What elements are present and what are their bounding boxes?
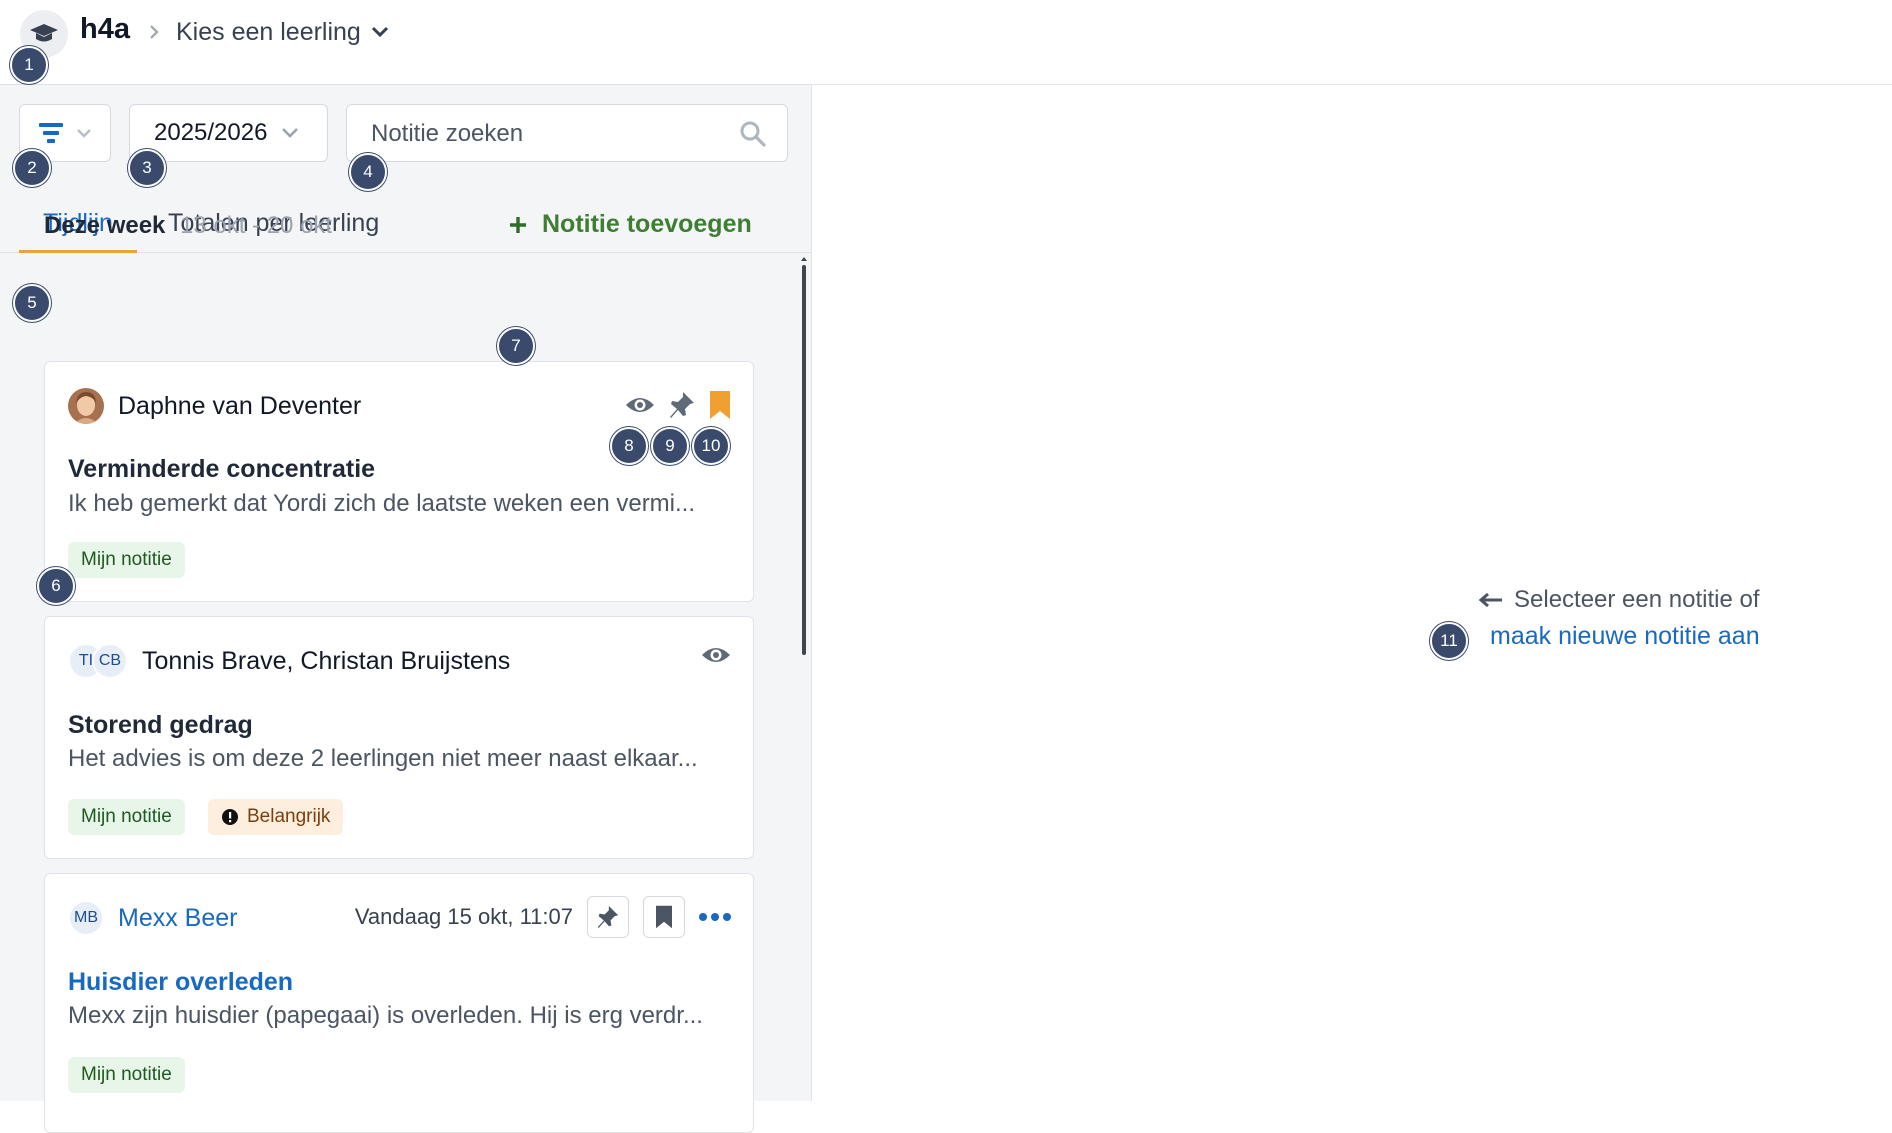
bookmark-icon[interactable] bbox=[709, 390, 731, 420]
more-icon[interactable] bbox=[699, 912, 731, 922]
arrow-left-icon bbox=[1478, 592, 1502, 608]
school-year-value: 2025/2026 bbox=[154, 119, 268, 146]
week-title: Deze week bbox=[44, 212, 166, 239]
week-range: 13 okt - 20 okt bbox=[180, 212, 333, 239]
note-title[interactable]: Storend gedrag bbox=[68, 711, 253, 740]
exclamation-circle-icon bbox=[222, 809, 238, 825]
bookmark-icon bbox=[656, 905, 672, 929]
chevron-right-icon bbox=[150, 25, 159, 39]
empty-state-text: Selecteer een notitie of bbox=[1514, 586, 1760, 613]
search-field bbox=[346, 104, 788, 162]
student-picker[interactable]: Kies een leerling bbox=[176, 16, 389, 48]
add-note-button[interactable]: Notitie toevoegen bbox=[508, 210, 752, 239]
avatar: CB bbox=[92, 643, 128, 679]
callout-badge: 11 bbox=[1430, 622, 1468, 660]
callout-badge: 10 bbox=[692, 427, 730, 465]
note-excerpt: Het advies is om deze 2 leerlingen niet … bbox=[68, 745, 698, 772]
bookmark-button[interactable] bbox=[643, 896, 685, 938]
note-author-row: Daphne van Deventer bbox=[68, 386, 361, 426]
note-status-icons bbox=[701, 645, 731, 665]
search-input[interactable] bbox=[371, 118, 711, 150]
note-author-row: MB Mexx Beer bbox=[68, 898, 237, 938]
tag-mijn-notitie: Mijn notitie bbox=[68, 1057, 185, 1093]
plus-icon bbox=[510, 216, 526, 233]
callout-badge: 4 bbox=[349, 153, 387, 191]
top-header: h4a Kies een leerling bbox=[0, 0, 1892, 85]
note-excerpt: Mexx zijn huisdier (papegaai) is overled… bbox=[68, 1002, 703, 1029]
callout-badge: 1 bbox=[10, 46, 48, 84]
timeline-scrollbar[interactable] bbox=[800, 257, 808, 1101]
note-card[interactable]: TI CB Tonnis Brave, Christan Bruijstens … bbox=[44, 616, 754, 859]
note-author-row: TI CB Tonnis Brave, Christan Bruijstens bbox=[68, 641, 510, 681]
note-card[interactable]: Daphne van Deventer Verminderde concentr… bbox=[44, 361, 754, 602]
note-title[interactable]: Verminderde concentratie bbox=[68, 455, 375, 484]
chevron-down-icon bbox=[371, 26, 388, 38]
add-note-label: Notitie toevoegen bbox=[542, 210, 752, 238]
pin-icon[interactable] bbox=[669, 391, 695, 419]
avatar-group: TI CB bbox=[68, 643, 128, 679]
chevron-down-icon bbox=[282, 128, 299, 138]
note-date: Vandaag 15 okt, 11:07 bbox=[354, 904, 573, 929]
note-actions: Vandaag 15 okt, 11:07 bbox=[355, 896, 731, 938]
pin-icon bbox=[597, 906, 619, 928]
eye-icon bbox=[626, 398, 654, 412]
student-picker-label: Kies een leerling bbox=[176, 17, 361, 46]
note-author[interactable]: Tonnis Brave, Christan Bruijstens bbox=[142, 647, 510, 676]
notes-pane: 2025/2026 Tijdlijn Totalen per leerling … bbox=[0, 85, 812, 1133]
eye-icon bbox=[702, 648, 730, 662]
note-title[interactable]: Huisdier overleden bbox=[68, 968, 293, 997]
callout-badge: 3 bbox=[128, 149, 166, 187]
note-status-icons bbox=[625, 390, 731, 420]
filter-icon bbox=[39, 123, 63, 143]
note-author[interactable]: Daphne van Deventer bbox=[118, 392, 361, 421]
create-note-link[interactable]: maak nieuwe notitie aan bbox=[1490, 622, 1808, 651]
scroll-up-arrow[interactable] bbox=[801, 257, 807, 261]
callout-badge: 7 bbox=[497, 327, 535, 365]
note-excerpt: Ik heb gemerkt dat Yordi zich de laatste… bbox=[68, 490, 696, 517]
tag-mijn-notitie: Mijn notitie bbox=[68, 799, 185, 835]
tag-mijn-notitie: Mijn notitie bbox=[68, 542, 185, 578]
callout-badge: 9 bbox=[651, 427, 689, 465]
note-author[interactable]: Mexx Beer bbox=[118, 904, 237, 933]
callout-badge: 5 bbox=[13, 284, 51, 322]
callout-badge: 8 bbox=[610, 427, 648, 465]
avatar bbox=[68, 388, 104, 424]
empty-state-hint: Selecteer een notitie of bbox=[1478, 586, 1808, 614]
note-card[interactable]: MB Mexx Beer Vandaag 15 okt, 11:07 Huisd… bbox=[44, 873, 754, 1133]
pin-button[interactable] bbox=[587, 896, 629, 938]
search-icon[interactable] bbox=[739, 120, 767, 148]
tag-label: Belangrijk bbox=[247, 806, 331, 827]
empty-state: Selecteer een notitie of maak nieuwe not… bbox=[1478, 586, 1808, 651]
scroll-thumb[interactable] bbox=[802, 265, 806, 655]
callout-badge: 2 bbox=[13, 149, 51, 187]
chevron-down-icon bbox=[77, 129, 91, 138]
avatar: MB bbox=[68, 900, 104, 936]
class-name[interactable]: h4a bbox=[80, 13, 130, 46]
tag-belangrijk: Belangrijk bbox=[208, 799, 344, 835]
callout-badge: 6 bbox=[37, 567, 75, 605]
